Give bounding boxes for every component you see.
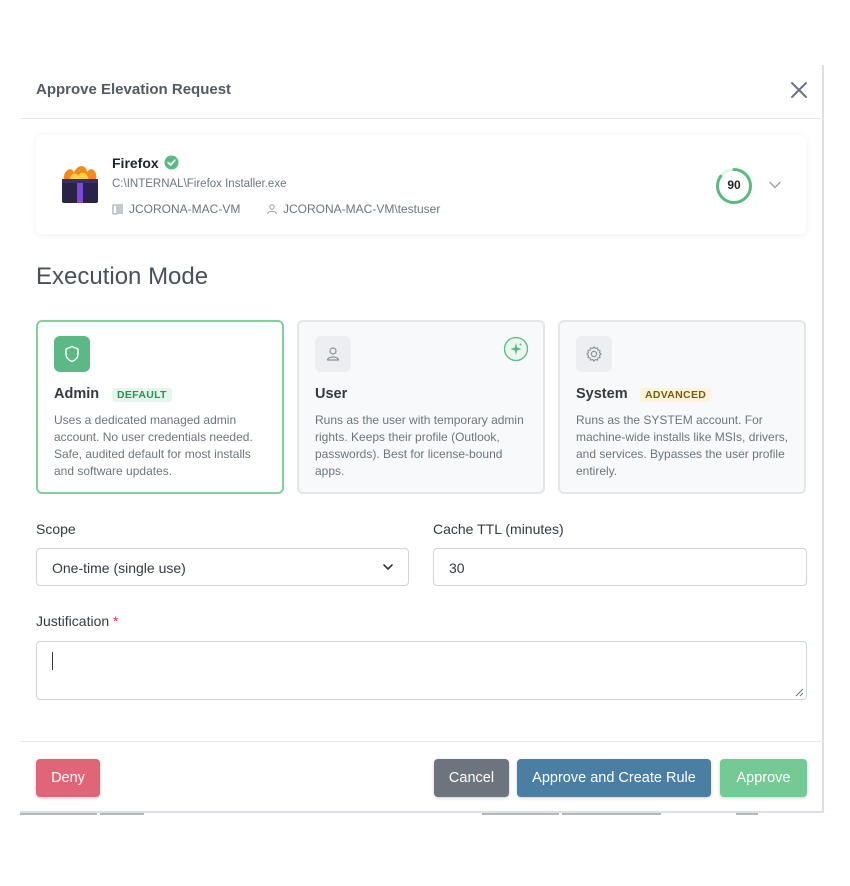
mode-description: Uses a dedicated managed admin account. …: [54, 413, 253, 478]
user-name: JCORONA-MAC-VM\testuser: [283, 202, 441, 216]
application-card: Firefox C:\INTERNAL\Firefox Installer.ex…: [36, 135, 806, 234]
device-icon: [112, 204, 123, 215]
device-name: JCORONA-MAC-VM: [129, 202, 241, 216]
mode-name: Admin: [54, 386, 100, 402]
sparkle-icon: [503, 336, 529, 362]
chevron-down-icon[interactable]: [767, 177, 783, 193]
default-badge: DEFAULT: [112, 388, 172, 402]
justification-label-text: Justification: [36, 613, 110, 629]
app-name: Firefox: [112, 155, 159, 171]
chevron-down-icon: [383, 564, 393, 570]
cancel-button[interactable]: Cancel: [434, 759, 509, 797]
risk-score-ring: 90: [715, 167, 753, 205]
person-icon: [315, 336, 351, 372]
mode-name: System: [576, 386, 628, 402]
deny-button[interactable]: Deny: [36, 759, 100, 797]
mode-card-system[interactable]: System ADVANCED Runs as the SYSTEM accou…: [558, 320, 806, 494]
mode-name: User: [315, 386, 348, 402]
firefox-installer-icon: [60, 163, 100, 205]
cache-ttl-label: Cache TTL (minutes): [433, 521, 564, 537]
approve-and-create-rule-button[interactable]: Approve and Create Rule: [517, 759, 711, 797]
shield-icon: [54, 336, 90, 372]
mode-card-admin[interactable]: Admin DEFAULT Uses a dedicated managed a…: [36, 320, 284, 494]
modal-title: Approve Elevation Request: [36, 81, 232, 98]
resize-handle-icon[interactable]: [795, 688, 804, 697]
text-caret: [52, 652, 53, 670]
approve-elevation-modal: Approve Elevation Request Firefox C:\INT…: [20, 65, 824, 813]
modal-header: Approve Elevation Request: [20, 65, 824, 119]
justification-textarea[interactable]: [36, 641, 807, 700]
approve-button[interactable]: Approve: [720, 759, 807, 797]
mode-card-user[interactable]: User Runs as the user with temporary adm…: [297, 320, 545, 494]
justification-label: Justification *: [36, 613, 119, 629]
required-marker: *: [113, 613, 119, 629]
cache-ttl-value: 30: [449, 560, 465, 576]
user-icon: [267, 204, 277, 215]
mode-description: Runs as the SYSTEM account. For machine-…: [576, 413, 789, 478]
cache-ttl-input[interactable]: 30: [433, 548, 807, 586]
scope-select[interactable]: One-time (single use): [36, 548, 409, 586]
gear-icon: [576, 336, 612, 372]
close-icon[interactable]: [788, 79, 810, 101]
mode-description: Runs as the user with temporary admin ri…: [315, 413, 524, 478]
scope-value: One-time (single use): [52, 560, 186, 576]
check-circle-icon: [164, 155, 179, 170]
scope-label: Scope: [36, 521, 76, 537]
risk-score-value: 90: [727, 178, 741, 192]
execution-mode-title: Execution Mode: [36, 263, 209, 290]
modal-footer: Deny Cancel Approve and Create Rule Appr…: [20, 741, 824, 811]
advanced-badge: ADVANCED: [640, 388, 712, 402]
app-path: C:\INTERNAL\Firefox Installer.exe: [112, 178, 287, 190]
